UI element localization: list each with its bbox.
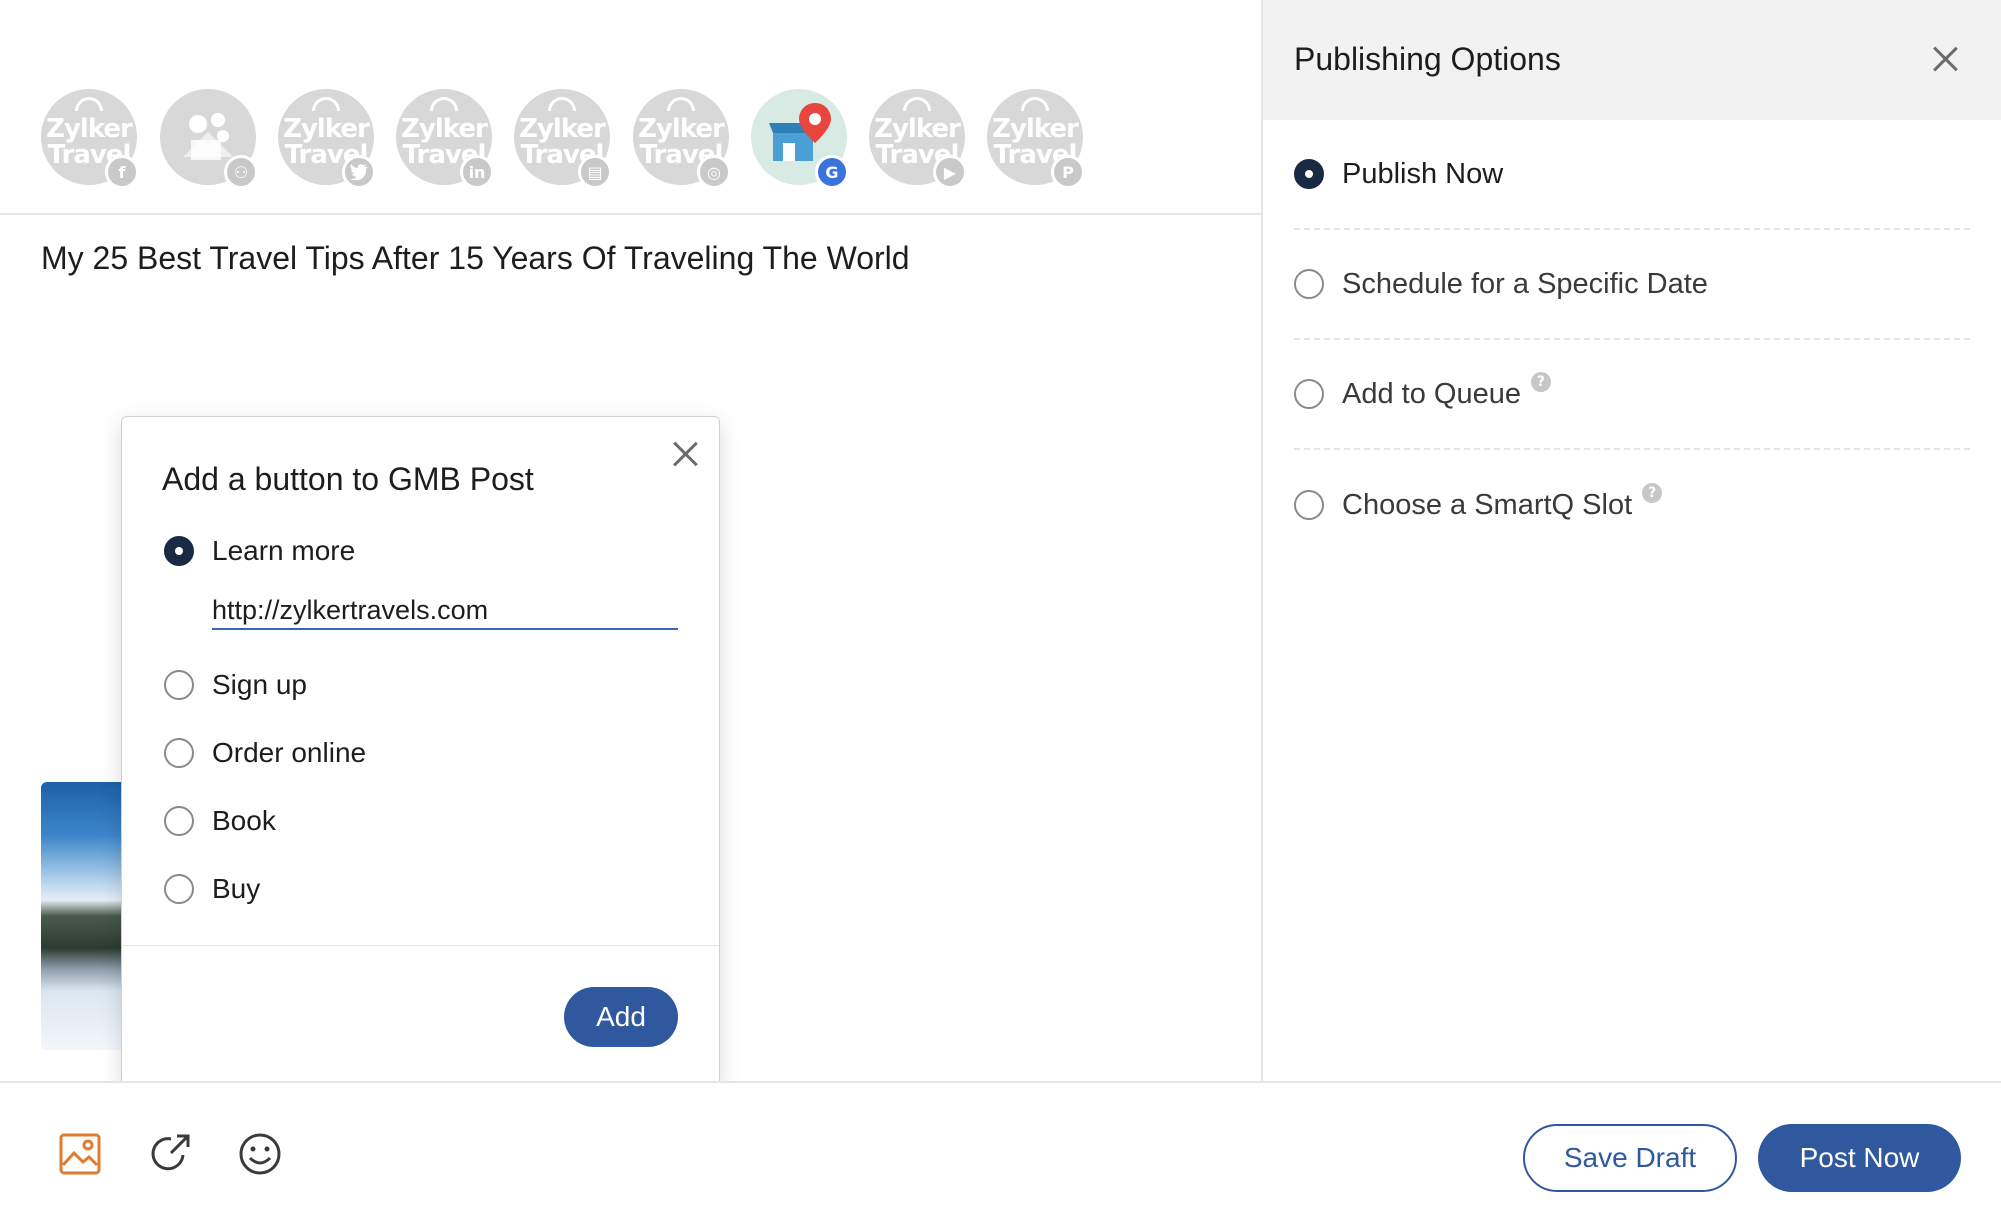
emoji-icon[interactable]: [237, 1131, 283, 1177]
radio-publish-now[interactable]: [1294, 159, 1324, 189]
option-label: Order online: [212, 737, 367, 768]
account-twitter[interactable]: Zylker Travel: [278, 89, 376, 189]
help-icon[interactable]: ?: [1530, 372, 1551, 392]
building-icon: ▤: [578, 155, 612, 189]
bottom-toolbar: Save Draft Post Now: [0, 1081, 2001, 1230]
option-smartq-slot[interactable]: Choose a SmartQ Slot ?: [1294, 450, 1970, 560]
gmb-button-popup: Add a button to GMB Post Learn more Sign…: [121, 416, 720, 1103]
option-sign-up[interactable]: Sign up: [164, 669, 307, 701]
account-facebook[interactable]: Zylker Travel f: [41, 89, 139, 189]
social-accounts-bar: Zylker Travel f ⚇ Zylker Travel Zylker Trav…: [0, 0, 1261, 215]
pinterest-icon: P: [1051, 155, 1085, 189]
account-pinterest[interactable]: Zylker Travel P: [987, 89, 1085, 189]
account-google-my-business[interactable]: G: [751, 89, 849, 189]
account-youtube[interactable]: Zylker Travel ▶: [869, 89, 967, 189]
account-linkedin-page[interactable]: Zylker Travel ▤: [514, 89, 612, 189]
panel-header: Publishing Options: [1263, 0, 2001, 120]
option-label: Publish Now: [1342, 157, 1504, 190]
post-now-button[interactable]: Post Now: [1758, 1124, 1961, 1192]
add-button[interactable]: Add: [564, 987, 678, 1047]
google-icon: G: [815, 155, 849, 189]
save-draft-button[interactable]: Save Draft: [1523, 1124, 1737, 1192]
option-label: Book: [212, 805, 276, 836]
url-input[interactable]: [212, 592, 678, 630]
popup-title: Add a button to GMB Post: [162, 461, 534, 497]
option-label: Add to Queue: [1342, 377, 1521, 410]
option-buy[interactable]: Buy: [164, 873, 260, 905]
account-linkedin[interactable]: Zylker Travel in: [396, 89, 494, 189]
radio-sign-up[interactable]: [164, 670, 194, 700]
option-label: Sign up: [212, 669, 307, 700]
help-icon[interactable]: ?: [1642, 483, 1663, 503]
option-learn-more[interactable]: Learn more: [164, 535, 355, 567]
panel-title: Publishing Options: [1294, 41, 1561, 77]
option-publish-now[interactable]: Publish Now: [1294, 120, 1970, 230]
publishing-options-panel: Publishing Options Publish Now Schedule …: [1261, 0, 2001, 1081]
option-book[interactable]: Book: [164, 805, 276, 837]
radio-schedule-date[interactable]: [1294, 269, 1324, 299]
popup-divider: [122, 945, 719, 946]
twitter-icon: [342, 155, 376, 189]
account-facebook-groups[interactable]: ⚇: [160, 89, 258, 189]
option-label: Learn more: [212, 535, 356, 566]
group-icon: ⚇: [224, 155, 258, 189]
youtube-icon: ▶: [933, 155, 967, 189]
radio-book[interactable]: [164, 806, 194, 836]
account-instagram[interactable]: Zylker Travel ◎: [633, 89, 731, 189]
option-label: Choose a SmartQ Slot: [1342, 488, 1633, 521]
option-add-to-queue[interactable]: Add to Queue ?: [1294, 340, 1970, 450]
radio-smartq-slot[interactable]: [1294, 490, 1324, 520]
post-content-text[interactable]: My 25 Best Travel Tips After 15 Years Of…: [41, 240, 910, 277]
option-schedule-date[interactable]: Schedule for a Specific Date: [1294, 230, 1970, 340]
instagram-icon: ◎: [697, 155, 731, 189]
panel-close-icon[interactable]: [1930, 44, 1960, 74]
linkedin-icon: in: [460, 155, 494, 189]
radio-learn-more[interactable]: [164, 536, 194, 566]
radio-add-to-queue[interactable]: [1294, 379, 1324, 409]
option-label: Buy: [212, 873, 261, 904]
radio-buy[interactable]: [164, 874, 194, 904]
popup-close-icon[interactable]: [670, 439, 700, 469]
link-share-icon[interactable]: [147, 1131, 193, 1177]
option-label: Schedule for a Specific Date: [1342, 267, 1708, 300]
facebook-icon: f: [105, 155, 139, 189]
image-icon[interactable]: [57, 1131, 103, 1177]
option-order-online[interactable]: Order online: [164, 737, 366, 769]
radio-order-online[interactable]: [164, 738, 194, 768]
